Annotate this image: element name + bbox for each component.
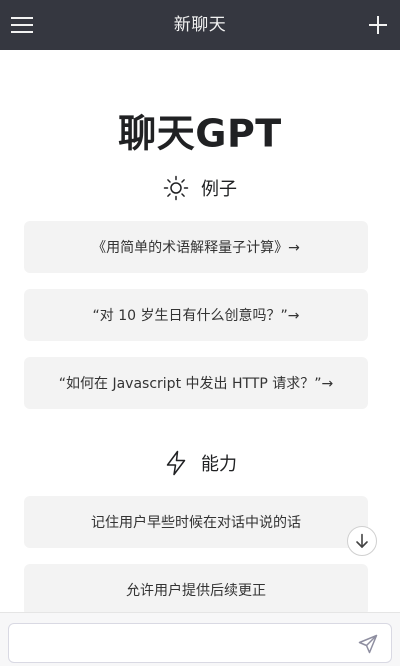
composer-bar (0, 612, 400, 666)
chat-welcome: 聊天GPT 例子 《用简单的术语解释量子计算》→ “对 10 岁生日有什么创意吗… (0, 50, 400, 612)
top-bar: 新聊天 (0, 0, 400, 50)
example-prompt-3[interactable]: “如何在 Javascript 中发出 HTTP 请求？”→ (24, 357, 368, 409)
arrow-down-icon (356, 533, 368, 548)
capability-item-1: 记住用户早些时候在对话中说的话 (24, 496, 368, 548)
message-input-container (8, 623, 392, 663)
brand-title: 聊天GPT (118, 111, 282, 156)
capabilities-heading: 能力 (0, 447, 400, 479)
examples-heading-label: 例子 (201, 179, 237, 200)
example-prompt-1[interactable]: 《用简单的术语解释量子计算》→ (24, 221, 368, 273)
page-title: 新聊天 (173, 15, 227, 35)
example-prompt-2[interactable]: “对 10 岁生日有什么创意吗？”→ (24, 289, 368, 341)
sun-icon (163, 175, 189, 201)
scroll-down-button[interactable] (347, 526, 377, 556)
examples-heading: 例子 (0, 172, 400, 204)
send-icon (358, 634, 378, 654)
capability-item-2: 允许用户提供后续更正 (24, 564, 368, 612)
lightning-icon (163, 450, 189, 476)
plus-icon[interactable] (366, 13, 390, 37)
message-input[interactable] (19, 630, 349, 656)
send-button[interactable] (357, 633, 379, 655)
capabilities-heading-label: 能力 (201, 454, 237, 475)
